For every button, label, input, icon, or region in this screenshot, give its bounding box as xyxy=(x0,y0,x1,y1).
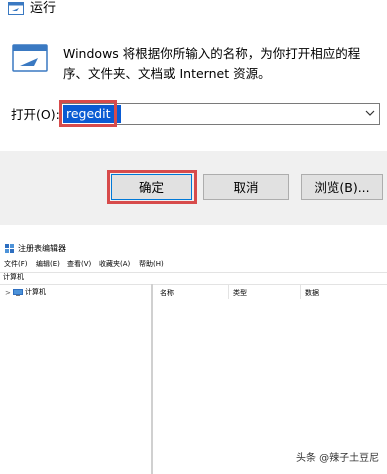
run-program-icon xyxy=(12,44,48,72)
column-header-data[interactable]: 数据 xyxy=(305,288,319,299)
address-text: 计算机 xyxy=(3,273,24,281)
chevron-right-icon[interactable]: > xyxy=(5,288,11,298)
tree-pane[interactable] xyxy=(0,284,153,474)
menu-view[interactable]: 查看(V) xyxy=(67,259,91,270)
chevron-down-icon[interactable] xyxy=(365,108,375,118)
registry-editor-icon xyxy=(5,244,14,253)
column-divider[interactable] xyxy=(300,285,301,299)
column-divider[interactable] xyxy=(228,285,229,299)
registry-editor-title: 注册表编辑器 xyxy=(18,244,66,253)
menu-edit[interactable]: 编辑(E) xyxy=(36,259,60,270)
browse-button[interactable]: 浏览(B)... xyxy=(301,174,383,200)
open-label: 打开(O): xyxy=(11,107,60,122)
computer-icon xyxy=(13,289,23,296)
menu-help[interactable]: 帮助(H) xyxy=(139,259,164,270)
run-title: 运行 xyxy=(30,1,57,16)
run-description: Windows 将根据你所输入的名称，为你打开相应的程序、文件夹、文档或 Int… xyxy=(63,46,361,81)
ok-highlight-box xyxy=(107,170,197,204)
tree-item-computer[interactable]: 计算机 xyxy=(25,287,46,298)
column-header-name[interactable]: 名称 xyxy=(160,288,174,299)
run-icon xyxy=(8,2,24,15)
input-highlight-box xyxy=(59,100,117,127)
menu-file[interactable]: 文件(F) xyxy=(4,259,28,270)
watermark: 头条 @辣子土豆尼 xyxy=(296,453,380,464)
cancel-button[interactable]: 取消 xyxy=(203,174,289,200)
run-dialog: 运行 Windows 将根据你所输入的名称，为你打开相应的程序、文件夹、文档或 … xyxy=(0,0,387,225)
menu-favorites[interactable]: 收藏夹(A) xyxy=(99,259,130,270)
column-header-type[interactable]: 类型 xyxy=(233,288,247,299)
run-titlebar[interactable]: 运行 xyxy=(0,0,387,18)
